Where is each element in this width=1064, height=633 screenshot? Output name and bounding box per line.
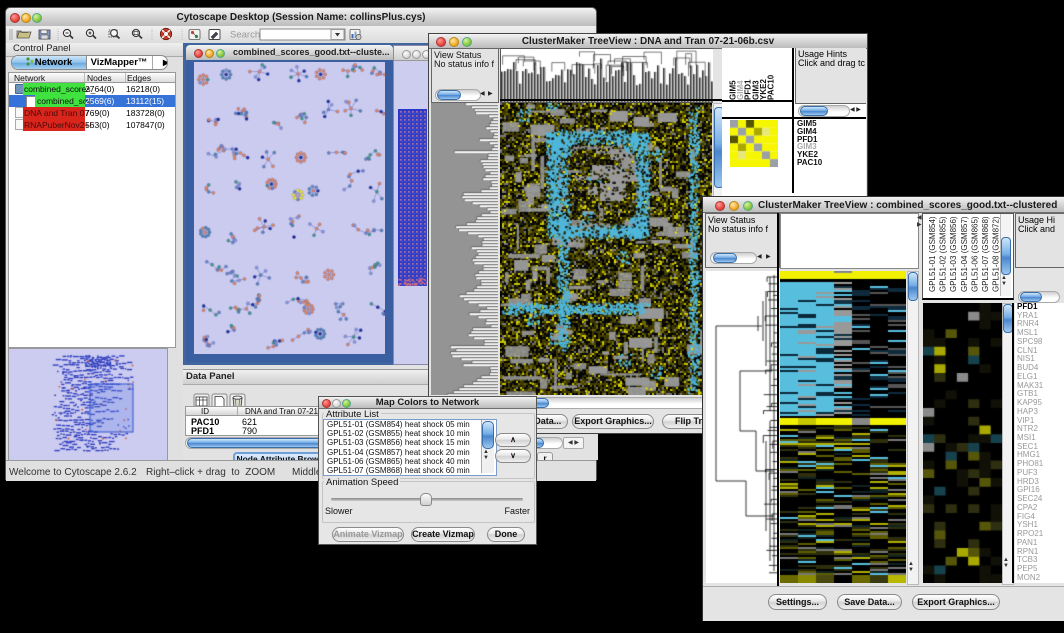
svg-text:Search:: Search: xyxy=(230,30,263,41)
svg-text:GPL51-06 (GSM865): GPL51-06 (GSM865) xyxy=(970,216,979,292)
svg-text:GPL51-01 (GSM854): GPL51-01 (GSM854) xyxy=(928,216,937,292)
svg-text:PAC10: PAC10 xyxy=(767,74,776,100)
svg-text:GPL51-07 (GSM868): GPL51-07 (GSM868) xyxy=(981,216,990,292)
svg-text:GPL51-04 (GSM857): GPL51-04 (GSM857) xyxy=(960,216,969,292)
svg-text:GPL51-03 (GSM856): GPL51-03 (GSM856) xyxy=(949,216,958,292)
svg-text:GPL51-02 (GSM855): GPL51-02 (GSM855) xyxy=(939,216,948,292)
